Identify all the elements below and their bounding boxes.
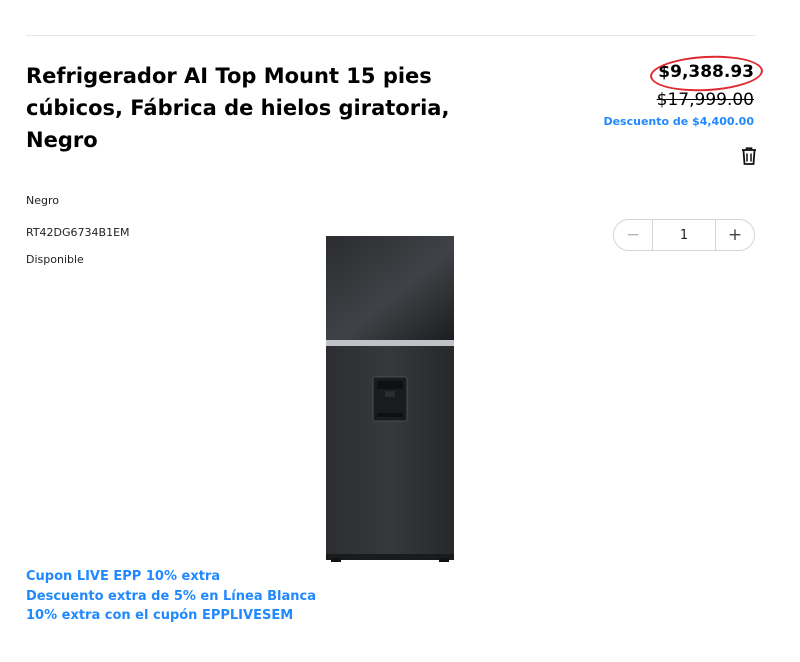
coupon-item: 10% extra con el cupón EPPLIVESEM bbox=[26, 608, 294, 623]
color-label: Negro bbox=[26, 194, 59, 207]
decrease-quantity-button[interactable]: − bbox=[614, 220, 652, 250]
original-price: $17,999.00 bbox=[656, 90, 754, 110]
refrigerator-image bbox=[326, 236, 454, 562]
model-number: RT42DG6734B1EM bbox=[26, 226, 130, 239]
quantity-stepper[interactable]: − 1 + bbox=[613, 219, 755, 251]
availability-status: Disponible bbox=[26, 253, 84, 266]
coupon-item: Descuento extra de 5% en Línea Blanca bbox=[26, 588, 316, 604]
divider bbox=[26, 35, 756, 36]
trash-icon[interactable] bbox=[740, 146, 758, 166]
increase-quantity-button[interactable]: + bbox=[716, 220, 754, 250]
price-highlight-circle bbox=[649, 53, 764, 94]
discount-label: Descuento de $4,400.00 bbox=[603, 115, 754, 128]
coupon-list: Cupon LIVE EPP 10% extra Descuento extra… bbox=[26, 567, 316, 626]
product-title: Refrigerador AI Top Mount 15 pies cúbico… bbox=[26, 64, 450, 152]
coupon-item: Cupon LIVE EPP 10% extra bbox=[26, 569, 221, 584]
quantity-value[interactable]: 1 bbox=[652, 220, 716, 250]
